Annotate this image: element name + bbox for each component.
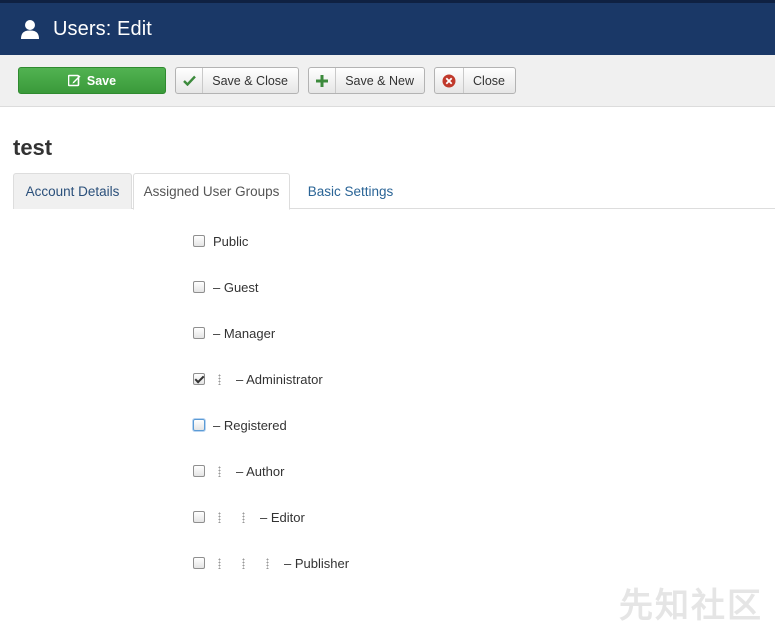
page-title: test [13,135,53,160]
watermark: 先知社区 [619,587,763,625]
group-checkbox-manager[interactable] [193,327,205,339]
tab-bar: Account Details Assigned User Groups Bas… [13,173,775,210]
tree-indent-dots [242,557,245,569]
header-title: Users: Edit [53,17,152,40]
group-label: – Author [236,463,285,479]
tree-indent-dots [218,511,221,523]
save-button[interactable]: Save [18,67,166,94]
group-checkbox-administrator[interactable] [193,373,205,385]
group-row-manager: – Manager [193,323,275,343]
save-new-button[interactable]: Save & New [308,67,425,94]
group-checkbox-publisher[interactable] [193,557,205,569]
group-checkbox-guest[interactable] [193,281,205,293]
close-circle-icon [435,68,465,93]
group-label: – Registered [213,417,287,433]
group-checkbox-registered[interactable] [193,419,205,431]
tab-basic-settings[interactable]: Basic Settings [293,173,408,209]
tree-indent-dots [218,465,221,477]
group-label: Public [213,233,249,249]
group-label: – Editor [260,509,305,525]
header-bar: Users: Edit [0,0,775,55]
group-label: – Guest [213,279,259,295]
check-icon [176,68,204,93]
save-new-label: Save & New [345,73,414,88]
group-row-administrator: – Administrator [193,369,323,389]
group-label: – Administrator [236,371,323,387]
user-icon [19,18,41,40]
group-label: – Manager [213,325,276,341]
plus-icon [309,68,337,93]
group-row-editor: – Editor [193,507,305,527]
group-checkbox-public[interactable] [193,235,205,247]
group-row-publisher: – Publisher [193,553,349,573]
group-row-guest: – Guest [193,277,259,297]
group-checkbox-editor[interactable] [193,511,205,523]
tab-assigned-user-groups[interactable]: Assigned User Groups [133,173,290,210]
tab-account-details[interactable]: Account Details [13,173,132,209]
tree-indent-dots [218,557,221,569]
group-row-author: – Author [193,461,284,481]
save-button-label: Save [86,73,117,88]
save-close-label: Save & Close [212,73,288,88]
group-label: – Publisher [284,555,350,571]
edit-icon [67,74,81,87]
group-checkbox-author[interactable] [193,465,205,477]
group-row-registered: – Registered [193,415,287,435]
tree-indent-dots [218,373,221,385]
toolbar: Save Save & Close Save & New Close [0,55,775,107]
save-close-button[interactable]: Save & Close [175,67,299,94]
close-button-label: Close [473,73,505,88]
group-row-public: Public [193,231,248,251]
tree-indent-dots [266,557,269,569]
close-button[interactable]: Close [434,67,516,94]
tree-indent-dots [242,511,245,523]
